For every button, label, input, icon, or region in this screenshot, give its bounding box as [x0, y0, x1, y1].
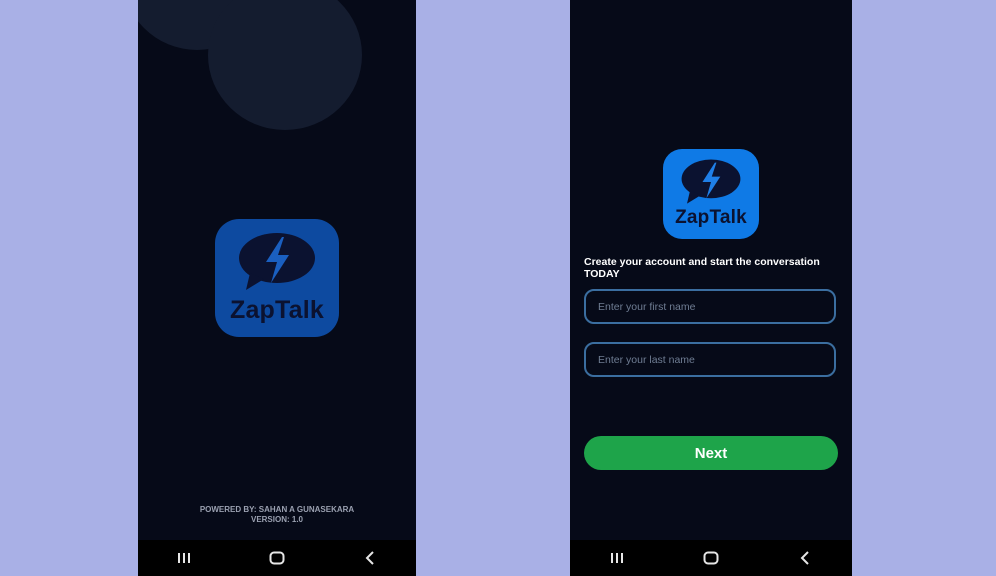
home-icon — [703, 551, 719, 565]
signup-screen: ZapTalk Create your account and start th… — [570, 0, 852, 576]
system-navbar — [570, 540, 852, 576]
recent-apps-icon — [611, 553, 623, 563]
version-text: VERSION: 1.0 — [250, 515, 303, 524]
splash-screen: ZapTalk POWERED BY: SAHAN A GUNASEKARA V… — [138, 0, 416, 576]
signup-heading: Create your account and start the conver… — [584, 256, 820, 280]
back-button[interactable] — [350, 540, 390, 576]
recent-apps-button[interactable] — [164, 540, 204, 576]
decorative-blob — [208, 0, 362, 130]
back-icon — [800, 551, 809, 565]
home-button[interactable] — [257, 540, 297, 576]
chat-bubble-lightning-icon — [681, 159, 741, 204]
last-name-input[interactable] — [584, 342, 836, 377]
back-button[interactable] — [785, 540, 825, 576]
credit-footer: POWERED BY: SAHAN A GUNASEKARA VERSION: … — [138, 505, 416, 525]
recent-apps-button[interactable] — [597, 540, 637, 576]
system-navbar — [138, 540, 416, 576]
app-logo: ZapTalk — [215, 219, 339, 337]
home-icon — [269, 551, 285, 565]
recent-apps-icon — [178, 553, 191, 563]
chat-bubble-lightning-icon — [239, 233, 315, 290]
app-logo: ZapTalk — [663, 149, 759, 239]
first-name-input[interactable] — [584, 289, 836, 324]
app-name: ZapTalk — [229, 296, 324, 324]
home-button[interactable] — [691, 540, 731, 576]
app-name: ZapTalk — [675, 207, 747, 228]
next-button[interactable]: Next — [584, 436, 838, 470]
back-icon — [365, 551, 374, 565]
powered-by-text: POWERED BY: SAHAN A GUNASEKARA — [199, 505, 355, 514]
